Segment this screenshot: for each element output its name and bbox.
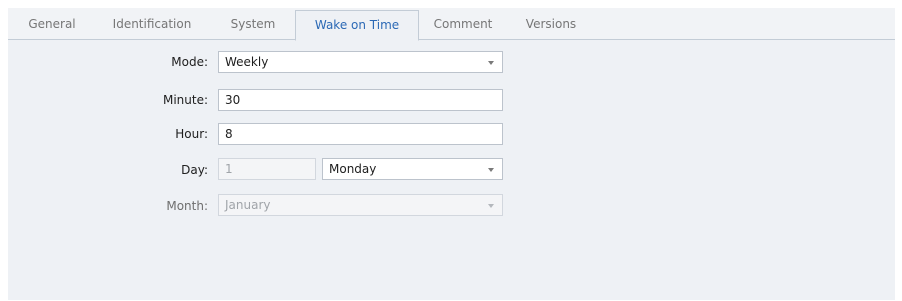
mode-select-value: Weekly [225, 55, 269, 69]
month-select-value: January [225, 198, 271, 212]
tab-strip: General Identification System Wake on Ti… [8, 8, 895, 41]
day-number-input: 1 [218, 158, 316, 180]
hour-input[interactable]: 8 [218, 123, 503, 145]
mode-label: Mode: [171, 55, 208, 69]
weekday-select-value: Monday [329, 162, 377, 176]
hour-input-value: 8 [225, 127, 233, 141]
chevron-down-icon [488, 168, 494, 172]
weekday-select[interactable]: Monday [322, 158, 503, 180]
hour-label: Hour: [175, 127, 208, 141]
tab-system[interactable]: System [218, 8, 288, 40]
minute-input-value: 30 [225, 93, 241, 107]
tab-general[interactable]: General [16, 8, 88, 40]
tab-identification[interactable]: Identification [98, 8, 206, 40]
wake-on-time-panel: General Identification System Wake on Ti… [8, 8, 895, 300]
minute-input[interactable]: 30 [218, 89, 503, 111]
day-label: Day: [181, 163, 208, 177]
month-label: Month: [166, 199, 208, 213]
mode-select[interactable]: Weekly [218, 51, 503, 73]
day-number-value: 1 [225, 162, 233, 176]
chevron-down-icon [488, 61, 494, 65]
chevron-down-icon [488, 204, 494, 208]
tab-comment[interactable]: Comment [424, 8, 502, 40]
tab-wake-on-time[interactable]: Wake on Time [295, 10, 419, 41]
minute-label: Minute: [162, 93, 208, 107]
tab-versions[interactable]: Versions [513, 8, 589, 40]
month-select: January [218, 194, 503, 216]
